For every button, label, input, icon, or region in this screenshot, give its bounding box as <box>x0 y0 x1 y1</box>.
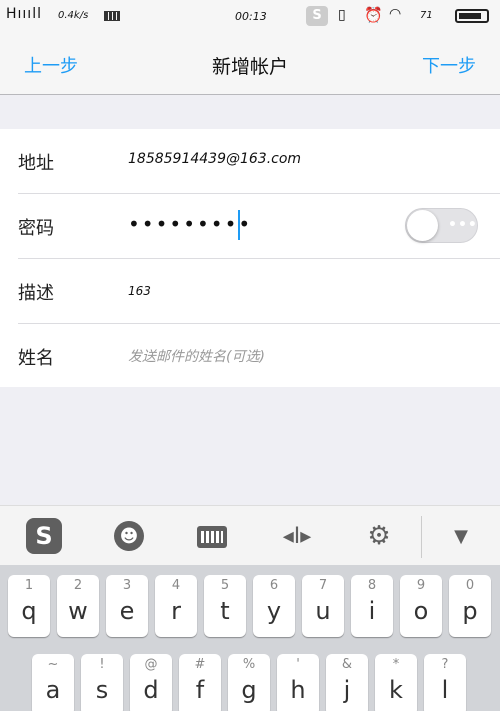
key-secondary-label: # <box>194 657 206 672</box>
text-cursor <box>238 210 240 240</box>
sogou-notification-icon: S <box>306 6 328 26</box>
key-label: t <box>220 597 230 625</box>
key-i[interactable]: 8i <box>351 575 393 637</box>
key-label: u <box>315 597 331 625</box>
battery-icon <box>455 9 489 23</box>
key-w[interactable]: 2w <box>57 575 99 637</box>
key-label: s <box>95 676 109 704</box>
toggle-knob <box>407 210 438 241</box>
key-label: r <box>171 597 181 625</box>
key-secondary-label: 9 <box>416 578 426 593</box>
key-secondary-label: 6 <box>269 578 279 593</box>
key-e[interactable]: 3e <box>106 575 148 637</box>
divider <box>421 516 422 558</box>
key-secondary-label: 2 <box>73 578 83 593</box>
cursor-icon[interactable]: ◂I▸ <box>282 521 312 551</box>
key-g[interactable]: % g <box>228 654 270 711</box>
address-field[interactable]: 18585914439@163.com <box>128 151 301 167</box>
key-d[interactable]: @ d <box>130 654 172 711</box>
name-field[interactable]: 发送邮件的姓名(可选) <box>128 346 265 366</box>
key-q[interactable]: 1q <box>8 575 50 637</box>
key-secondary-label: 8 <box>367 578 377 593</box>
key-secondary-label: @ <box>144 657 158 672</box>
toggle-dots: ••• <box>448 217 478 233</box>
key-label: y <box>266 597 282 625</box>
key-l[interactable]: ? l <box>424 654 466 711</box>
grid-icon <box>104 11 120 21</box>
key-secondary-label: 7 <box>318 578 328 593</box>
chevron-down-icon[interactable]: ▼ <box>448 521 474 551</box>
show-password-toggle[interactable]: ••• <box>405 208 478 243</box>
network-speed: 0.4k/s <box>58 10 89 21</box>
key-label: f <box>195 676 205 704</box>
status-bar: Hıııll 0.4k/s 00:13 S ▯ ⏰ ◠ 71 <box>0 0 500 32</box>
description-label: 描述 <box>18 283 54 304</box>
emoji-icon[interactable]: ☻ <box>114 521 144 551</box>
key-label: i <box>368 597 376 625</box>
key-u[interactable]: 7u <box>302 575 344 637</box>
key-j[interactable]: & j <box>326 654 368 711</box>
wifi-icon: ◠ <box>389 6 402 22</box>
password-label: 密码 <box>18 218 54 239</box>
key-label: h <box>290 676 306 704</box>
key-secondary-label: ? <box>441 657 449 672</box>
key-secondary-label: 1 <box>24 578 34 593</box>
alarm-icon: ⏰ <box>364 6 383 24</box>
key-secondary-label: * <box>392 657 400 672</box>
key-label: o <box>413 597 429 625</box>
password-field[interactable]: ••••••••• <box>128 212 252 236</box>
signal-indicator: Hıııll <box>6 6 42 22</box>
keyboard-icon[interactable] <box>197 526 227 548</box>
key-r[interactable]: 4r <box>155 575 197 637</box>
key-secondary-label: & <box>341 657 353 672</box>
key-y[interactable]: 6y <box>253 575 295 637</box>
key-a[interactable]: ~ a <box>32 654 74 711</box>
key-label: w <box>68 597 88 625</box>
address-row[interactable]: 地址 18585914439@163.com <box>0 129 500 194</box>
name-label: 姓名 <box>18 348 54 369</box>
vibrate-icon: ▯ <box>338 7 346 23</box>
key-secondary-label: ! <box>99 657 105 672</box>
key-p[interactable]: 0p <box>449 575 491 637</box>
battery-percent: 71 <box>420 10 433 21</box>
key-label: e <box>119 597 135 625</box>
gear-icon[interactable]: ⚙ <box>364 521 394 551</box>
key-label: a <box>45 676 61 704</box>
key-label: g <box>241 676 257 704</box>
description-field[interactable]: 163 <box>128 284 151 298</box>
key-secondary-label: ' <box>296 657 300 672</box>
account-form: 地址 18585914439@163.com 密码 ••••••••• ••• … <box>0 129 500 387</box>
ime-toolbar: S ☻ ◂I▸ ⚙ ▼ <box>0 505 500 565</box>
key-h[interactable]: ' h <box>277 654 319 711</box>
sogou-logo-icon[interactable]: S <box>26 518 62 554</box>
key-s[interactable]: ! s <box>81 654 123 711</box>
key-label: l <box>441 676 449 704</box>
key-f[interactable]: # f <box>179 654 221 711</box>
password-row[interactable]: 密码 ••••••••• ••• <box>0 194 500 259</box>
navigation-bar: 上一步 新增帐户 下一步 <box>0 32 500 95</box>
key-o[interactable]: 9o <box>400 575 442 637</box>
key-secondary-label: ~ <box>47 657 59 672</box>
key-label: k <box>389 676 403 704</box>
key-secondary-label: 0 <box>465 578 475 593</box>
key-label: j <box>343 676 351 704</box>
key-t[interactable]: 5t <box>204 575 246 637</box>
name-row[interactable]: 姓名 发送邮件的姓名(可选) <box>0 324 500 389</box>
key-label: q <box>21 597 37 625</box>
address-label: 地址 <box>18 153 54 174</box>
key-k[interactable]: * k <box>375 654 417 711</box>
key-label: p <box>462 597 478 625</box>
key-secondary-label: 5 <box>220 578 230 593</box>
key-secondary-label: 3 <box>122 578 132 593</box>
clock: 00:13 <box>235 10 267 23</box>
next-step-button[interactable]: 下一步 <box>422 52 476 78</box>
keyboard: 1q2w3e4r5t6y7u8i9o0p ~ a! s @ d # f% g ' h & j * k? l <box>0 565 500 711</box>
description-row[interactable]: 描述 163 <box>0 259 500 324</box>
key-secondary-label: 4 <box>171 578 181 593</box>
key-secondary-label: % <box>242 657 256 672</box>
key-label: d <box>143 676 159 704</box>
